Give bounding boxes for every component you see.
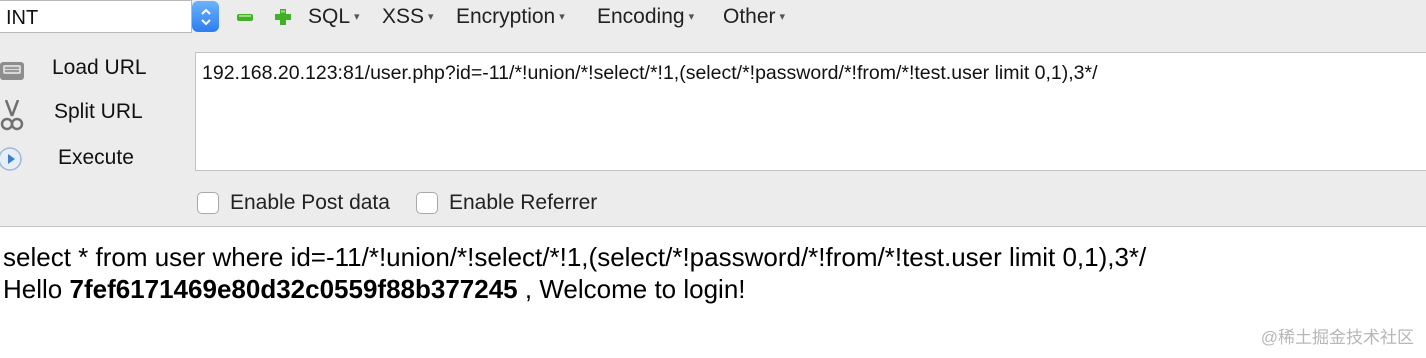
injection-type-select[interactable]: INT: [0, 0, 192, 33]
execute-label: Execute: [58, 146, 134, 169]
caret-down-icon: ▾: [688, 11, 695, 23]
scissors-icon: [0, 99, 24, 131]
menu-other[interactable]: Other ▾: [723, 5, 785, 29]
greeting-prefix: Hello: [3, 274, 63, 304]
load-url-label: Load URL: [52, 56, 147, 79]
execute-button[interactable]: Execute: [0, 144, 160, 174]
password-hash: 7fef6171469e80d32c0559f88b377245: [69, 274, 518, 304]
url-textarea[interactable]: 192.168.20.123:81/user.php?id=-11/*!unio…: [195, 52, 1426, 171]
chevron-up-down-icon[interactable]: [192, 1, 219, 32]
checkbox-box[interactable]: [416, 192, 438, 214]
caret-down-icon: ▾: [354, 11, 360, 23]
query-output: select * from user where id=-11/*!union/…: [3, 242, 1147, 272]
watermark: @稀土掘金技术社区: [1260, 328, 1414, 347]
menu-xss[interactable]: XSS ▾: [382, 5, 434, 29]
menu-encryption[interactable]: Encryption ▾: [456, 5, 565, 29]
load-url-button[interactable]: Load URL: [0, 54, 160, 84]
enable-post-data-label: Enable Post data: [230, 191, 390, 214]
plus-icon[interactable]: [274, 8, 292, 26]
injection-type-value: INT: [6, 7, 39, 29]
caret-down-icon: ▾: [428, 11, 434, 23]
login-greeting: Hello 7fef6171469e80d32c0559f88b377245 ,…: [3, 274, 746, 305]
checkbox-box[interactable]: [197, 192, 219, 214]
enable-referrer-label: Enable Referrer: [449, 191, 598, 214]
menu-encoding[interactable]: Encoding ▾: [597, 5, 694, 29]
load-url-icon: [0, 56, 24, 80]
enable-referrer-checkbox[interactable]: Enable Referrer: [416, 191, 616, 217]
split-url-button[interactable]: Split URL: [0, 98, 160, 131]
caret-down-icon: ▾: [779, 11, 786, 23]
split-url-label: Split URL: [54, 100, 143, 123]
greeting-suffix: , Welcome to login!: [524, 274, 746, 304]
url-value: 192.168.20.123:81/user.php?id=-11/*!unio…: [202, 62, 1098, 84]
caret-down-icon: ▾: [559, 11, 565, 23]
hackbar-panel: INT SQL ▾ XSS ▾ Encryption ▾ Encoding ▾ Othe…: [0, 0, 1426, 227]
menu-sql[interactable]: SQL ▾: [308, 5, 360, 29]
minus-icon[interactable]: [236, 8, 254, 26]
play-icon: [0, 146, 24, 171]
enable-post-data-checkbox[interactable]: Enable Post data: [197, 191, 407, 217]
